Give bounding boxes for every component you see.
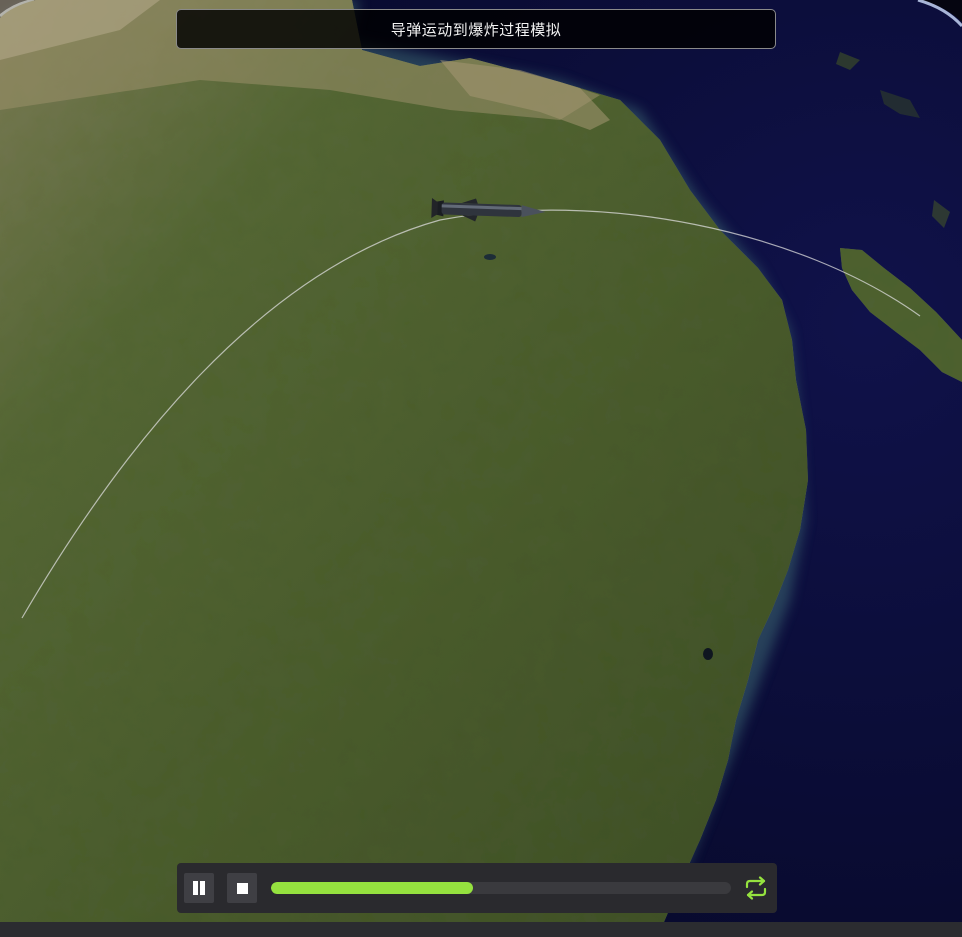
globe-viewer[interactable]: 导弹运动到爆炸过程模拟 [0,0,962,922]
playback-control-bar [177,863,777,913]
loop-button[interactable] [743,875,769,901]
title-bar: 导弹运动到爆炸过程模拟 [176,9,776,49]
pause-icon [192,881,206,895]
loop-icon [745,876,767,900]
progress-bar[interactable] [271,882,731,894]
page-title: 导弹运动到爆炸过程模拟 [390,20,562,39]
earth-globe-scene[interactable] [0,0,962,922]
progress-fill [271,882,474,894]
pause-button[interactable] [184,873,214,903]
stop-button[interactable] [227,873,257,903]
stop-icon [237,883,248,894]
bottom-strip [0,922,962,937]
